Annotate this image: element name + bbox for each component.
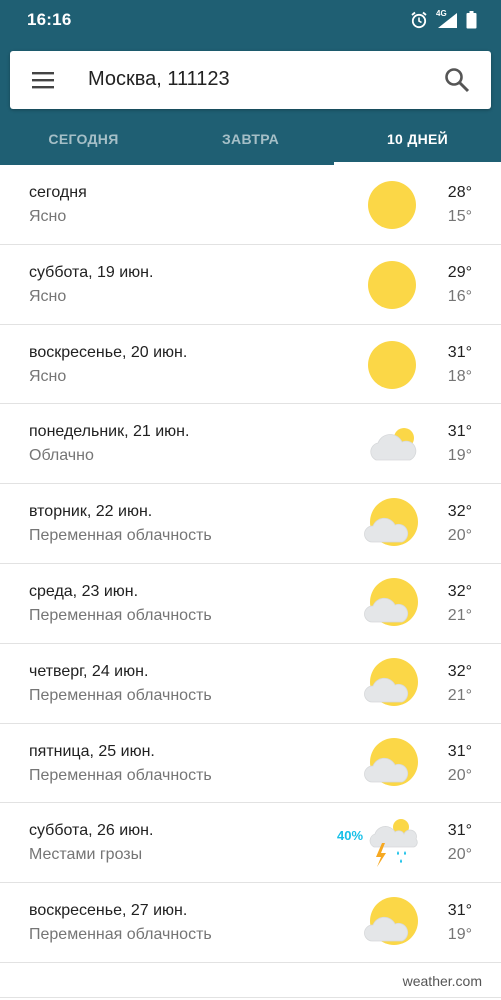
forecast-low: 18° <box>447 367 472 385</box>
forecast-condition: Облачно <box>29 447 94 465</box>
forecast-row[interactable]: сегодня Ясно 28° 15° <box>0 165 501 245</box>
forecast-condition: Местами грозы <box>29 846 143 864</box>
forecast-day: суббота, 26 июн. <box>29 822 154 840</box>
signal-4g-icon: 4G <box>436 9 458 29</box>
tab-10-days[interactable]: 10 ДНЕЙ <box>334 120 501 165</box>
forecast-high: 32° <box>447 662 472 680</box>
status-icons: 4G <box>410 9 477 30</box>
forecast-row[interactable]: воскресенье, 20 июн. Ясно 31° 18° <box>0 325 501 405</box>
sun-icon <box>368 181 416 229</box>
forecast-low: 20° <box>447 766 472 784</box>
forecast-condition: Переменная облачность <box>29 606 212 624</box>
partly-cloudy-icon <box>364 577 418 626</box>
forecast-low: 21° <box>447 686 472 704</box>
forecast-low: 15° <box>447 208 472 225</box>
forecast-day: воскресенье, 20 июн. <box>29 343 188 361</box>
forecast-row[interactable]: суббота, 19 июн. Ясно 29° 16° <box>0 245 501 325</box>
forecast-condition: Переменная облачность <box>29 686 212 704</box>
status-bar: 16:16 4G <box>0 0 501 40</box>
tab-bar: СЕГОДНЯ ЗАВТРА 10 ДНЕЙ <box>0 120 501 165</box>
forecast-high: 31° <box>447 423 472 441</box>
forecast-day: сегодня <box>29 184 87 201</box>
sun-icon <box>368 340 416 389</box>
tab-today[interactable]: СЕГОДНЯ <box>0 120 167 165</box>
sun-icon <box>368 260 416 309</box>
forecast-condition: Переменная облачность <box>29 926 212 944</box>
status-time: 16:16 <box>27 10 72 29</box>
forecast-list: сегодня Ясно 28° 15° суббота, 19 июн. Яс… <box>0 165 501 963</box>
forecast-low: 20° <box>447 527 472 545</box>
partly-cloudy-icon <box>364 737 418 786</box>
forecast-condition: Ясно <box>29 287 67 305</box>
forecast-row[interactable]: среда, 23 июн. Переменная облачность 32°… <box>0 564 501 644</box>
forecast-condition: Ясно <box>29 208 67 225</box>
forecast-row[interactable]: суббота, 26 июн. Местами грозы 40% 31° 2… <box>0 803 501 884</box>
forecast-row[interactable]: четверг, 24 июн. Переменная облачность 3… <box>0 644 501 724</box>
precipitation-chance: 40% <box>337 828 364 844</box>
forecast-row[interactable]: воскресенье, 27 июн. Переменная облачнос… <box>0 883 501 963</box>
thunderstorm-icon <box>369 819 418 868</box>
forecast-row[interactable]: пятница, 25 июн. Переменная облачность 3… <box>0 724 501 804</box>
forecast-low: 21° <box>447 606 472 624</box>
battery-icon <box>466 11 477 29</box>
attribution-link[interactable]: weather.com <box>403 973 482 989</box>
location-search-box[interactable]: Москва, 111123 <box>10 51 491 109</box>
divider <box>0 997 501 998</box>
forecast-day: четверг, 24 июн. <box>29 662 149 680</box>
partly-cloudy-icon <box>364 498 418 547</box>
forecast-day: понедельник, 21 июн. <box>29 423 190 441</box>
forecast-high: 31° <box>447 742 472 760</box>
partly-cloudy-icon <box>364 657 418 706</box>
forecast-low: 20° <box>447 846 472 864</box>
forecast-high: 31° <box>447 343 472 361</box>
forecast-day: вторник, 22 июн. <box>29 503 153 521</box>
forecast-high: 32° <box>447 503 472 521</box>
forecast-day: воскресенье, 27 июн. <box>29 902 188 920</box>
location-text[interactable]: Москва, 111123 <box>88 68 230 91</box>
forecast-condition: Ясно <box>29 367 67 385</box>
forecast-row[interactable]: вторник, 22 июн. Переменная облачность 3… <box>0 484 501 564</box>
app-bar: Москва, 111123 СЕГОДНЯ ЗАВТРА 10 ДНЕЙ <box>0 40 501 165</box>
cloudy-icon <box>370 428 417 461</box>
forecast-high: 28° <box>447 184 472 201</box>
forecast-condition: Переменная облачность <box>29 766 212 784</box>
menu-icon[interactable] <box>30 68 56 92</box>
forecast-low: 16° <box>447 287 472 305</box>
partly-cloudy-icon <box>364 897 418 946</box>
forecast-high: 29° <box>447 263 472 281</box>
forecast-condition: Переменная облачность <box>29 527 212 545</box>
forecast-day: пятница, 25 июн. <box>29 742 155 760</box>
forecast-day: среда, 23 июн. <box>29 582 139 600</box>
forecast-high: 31° <box>447 902 472 920</box>
tab-tomorrow[interactable]: ЗАВТРА <box>167 120 334 165</box>
alarm-icon <box>411 11 427 29</box>
forecast-high: 31° <box>447 822 472 840</box>
forecast-day: суббота, 19 июн. <box>29 263 154 281</box>
forecast-row[interactable]: понедельник, 21 июн. Облачно 31° 19° <box>0 404 501 485</box>
forecast-low: 19° <box>447 926 472 944</box>
forecast-high: 32° <box>447 582 472 600</box>
search-icon[interactable] <box>443 66 471 94</box>
forecast-low: 19° <box>447 447 472 465</box>
